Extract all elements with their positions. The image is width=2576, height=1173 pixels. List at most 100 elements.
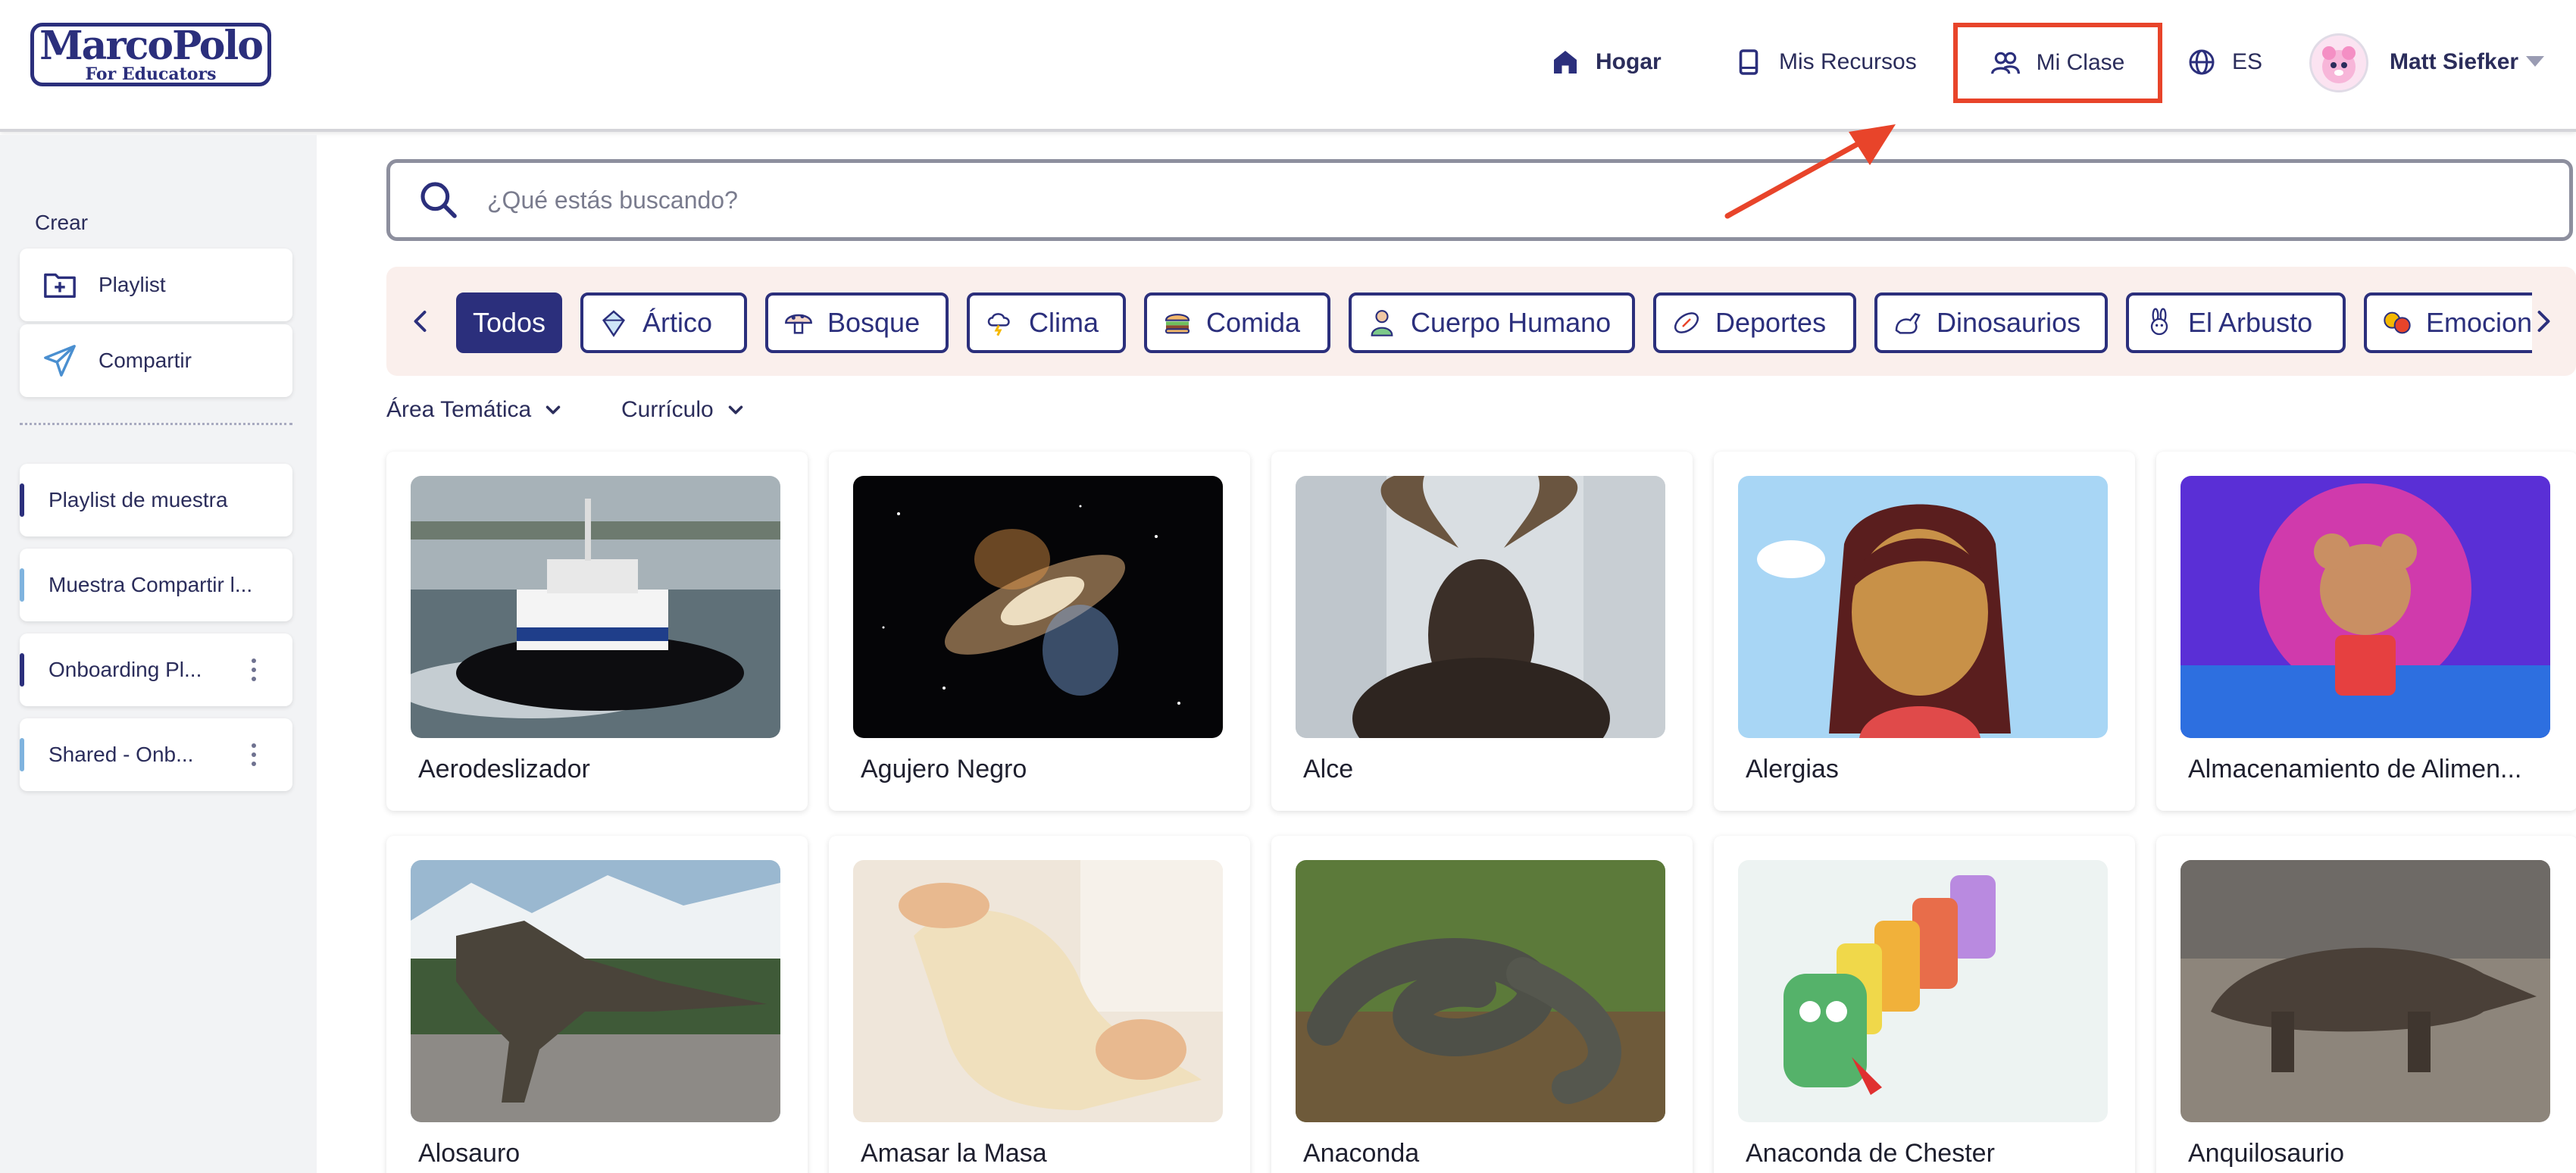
users-icon (1990, 52, 2020, 74)
more-vertical-icon[interactable] (252, 633, 256, 706)
marcopolo-logo[interactable]: MarcoPolo For Educators (30, 23, 271, 86)
book-icon (1739, 49, 1758, 75)
logo-title: MarcoPolo (39, 23, 264, 69)
topic-title: Amasar la Masa (861, 1139, 1047, 1168)
category-chip-todos[interactable]: Todos (456, 292, 562, 353)
subject-area-label: Área Temática (386, 397, 532, 422)
moose-image (1296, 476, 1665, 738)
create-heading: Crear (35, 211, 89, 234)
folder-plus-icon (44, 273, 76, 299)
anaconda-image (1296, 860, 1665, 1122)
person-icon (1365, 306, 1399, 339)
nav-home[interactable]: Hogar (1552, 30, 1662, 94)
category-chip-comida[interactable]: Comida (1144, 292, 1330, 353)
topic-title: Anquilosaurio (2188, 1139, 2345, 1168)
topic-title: Alosauro (418, 1139, 521, 1168)
category-chip-label: Cuerpo Humano (1411, 307, 1612, 338)
category-chip-dinosaurios[interactable]: Dinosaurios (1874, 292, 2108, 353)
playlist-label: Shared - Onb... (48, 743, 194, 766)
faces-icon (2381, 306, 2414, 339)
more-vertical-icon[interactable] (252, 718, 256, 791)
category-chip-list: Todos Ártico Bosque Clima Comida Cuerpo … (456, 292, 2532, 353)
playlist-item[interactable]: Playlist de muestra (20, 464, 292, 536)
category-chip-label: Todos (472, 307, 546, 338)
category-chip-bosque[interactable]: Bosque (765, 292, 949, 353)
category-chip-label: Dinosaurios (1937, 307, 2081, 338)
chevron-right-icon[interactable] (2521, 300, 2564, 343)
nav-my-class[interactable]: Mi Clase (1953, 23, 2162, 103)
topic-card[interactable]: Alergias (1714, 452, 2135, 811)
category-chip-label: Emociones (2426, 307, 2532, 338)
allergies-illustration (1738, 476, 2108, 738)
globe-icon (2189, 49, 2215, 75)
hovercraft-image (411, 476, 780, 738)
chevron-down-icon[interactable] (2526, 56, 2544, 67)
topic-title: Anaconda (1303, 1139, 1420, 1168)
allosaurus-image (411, 860, 780, 1122)
create-playlist-button[interactable]: Playlist (20, 249, 292, 321)
topic-card[interactable]: Anquilosaurio (2156, 836, 2576, 1173)
black-hole-image (853, 476, 1223, 738)
language-selector[interactable]: ES (2188, 30, 2262, 94)
home-icon (1554, 51, 1577, 74)
avatar-character-icon (2322, 46, 2356, 83)
search-icon (420, 182, 457, 218)
topic-card[interactable]: Alosauro (386, 836, 808, 1173)
category-chip-clima[interactable]: Clima (967, 292, 1126, 353)
topic-card[interactable]: Almacenamiento de Alimen... (2156, 452, 2576, 811)
playlist-color-bar (20, 738, 24, 771)
topic-title: Anaconda de Chester (1746, 1139, 1995, 1168)
category-chip-label: Bosque (827, 307, 921, 338)
topic-card[interactable]: Anaconda (1271, 836, 1693, 1173)
playlist-color-bar (20, 483, 24, 517)
playlist-item[interactable]: Shared - Onb... (20, 718, 292, 791)
dinosaur-icon (1891, 306, 1924, 339)
storm-cloud-icon (983, 306, 1017, 339)
topic-card[interactable]: Amasar la Masa (829, 836, 1250, 1173)
kneading-dough-image (853, 860, 1223, 1122)
user-name[interactable]: Matt Siefker (2390, 30, 2518, 94)
playlist-item[interactable]: Onboarding Pl... (20, 633, 292, 706)
top-header: MarcoPolo For Educators Hogar Mis Recurs… (0, 0, 2576, 132)
topic-card[interactable]: Alce (1271, 452, 1693, 811)
topic-card[interactable]: Aerodeslizador (386, 452, 808, 811)
sidebar-divider (20, 423, 292, 425)
nav-my-resources-label: Mis Recursos (1779, 49, 1917, 74)
category-chip-artico[interactable]: Ártico (580, 292, 747, 353)
subject-area-filter[interactable]: Área Temática (386, 397, 564, 423)
send-icon (44, 345, 76, 377)
category-chip-cuerpo-humano[interactable]: Cuerpo Humano (1349, 292, 1635, 353)
topic-title: Alce (1303, 755, 1354, 784)
category-chip-deportes[interactable]: Deportes (1653, 292, 1856, 353)
iceberg-icon (597, 306, 630, 339)
search-input[interactable] (487, 186, 2457, 214)
playlist-label: Muestra Compartir l... (48, 573, 253, 596)
category-chip-emociones[interactable]: Emociones (2364, 292, 2532, 353)
logo-subtitle: For Educators (85, 64, 217, 84)
topic-title: Almacenamiento de Alimen... (2188, 755, 2522, 784)
playlist-item[interactable]: Muestra Compartir l... (20, 549, 292, 621)
search-bar[interactable] (386, 159, 2573, 241)
curriculum-filter[interactable]: Currículo (621, 397, 747, 423)
mushroom-icon (782, 306, 815, 339)
chevron-down-icon (546, 405, 561, 414)
category-chip-label: Comida (1206, 307, 1301, 338)
topic-title: Agujero Negro (861, 755, 1027, 784)
nav-home-label: Hogar (1596, 49, 1662, 74)
curriculum-label: Currículo (621, 397, 714, 422)
topic-title: Alergias (1746, 755, 1839, 784)
category-chip-label: Deportes (1715, 307, 1827, 338)
category-chip-label: Clima (1029, 307, 1099, 338)
share-button[interactable]: Compartir (20, 324, 292, 397)
burger-icon (1161, 306, 1194, 339)
nav-my-resources[interactable]: Mis Recursos (1735, 30, 1917, 94)
category-chip-el-arbusto[interactable]: El Arbusto (2126, 292, 2346, 353)
topic-card[interactable]: Agujero Negro (829, 452, 1250, 811)
football-icon (1670, 306, 1703, 339)
chevron-left-icon[interactable] (400, 300, 442, 343)
topic-title: Aerodeslizador (418, 755, 590, 784)
playlist-color-bar (20, 653, 24, 687)
topic-card[interactable]: Anaconda de Chester (1714, 836, 2135, 1173)
nav-my-class-label: Mi Clase (2036, 50, 2125, 75)
avatar[interactable] (2309, 33, 2368, 92)
